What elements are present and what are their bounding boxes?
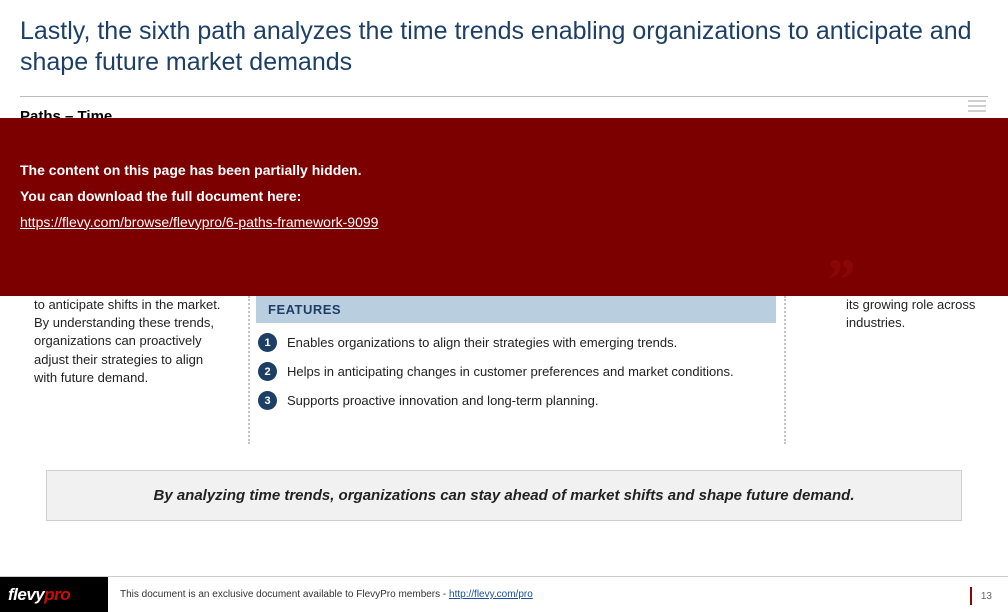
feature-text-1: Enables organizations to align their str… [287, 335, 677, 350]
features-heading: FEATURES [256, 296, 776, 323]
divider-right [784, 296, 786, 444]
feature-num-1: 1 [258, 333, 277, 352]
hidden-content-overlay: The content on this page has been partia… [0, 118, 1008, 296]
feature-row-3: 3 Supports proactive innovation and long… [256, 391, 776, 410]
feature-num-2: 2 [258, 362, 277, 381]
logo-main: flevy [8, 585, 44, 605]
left-column-text: to anticipate shifts in the market. By u… [34, 296, 224, 387]
footer-text: This document is an exclusive document a… [120, 589, 533, 600]
right-column-text: its growing role across industries. [846, 296, 986, 332]
feature-text-3: Supports proactive innovation and long-t… [287, 393, 598, 408]
title-rule [20, 96, 988, 97]
slide-title: Lastly, the sixth path analyzes the time… [20, 16, 988, 79]
page-number: 13 [981, 591, 992, 602]
feature-text-2: Helps in anticipating changes in custome… [287, 364, 734, 379]
overlay-download-link[interactable]: https://flevy.com/browse/flevypro/6-path… [20, 214, 378, 230]
logo-sub: pro [44, 585, 70, 605]
menu-icon [968, 100, 986, 112]
slide-footer: flevypro This document is an exclusive d… [0, 576, 1008, 612]
features-box: FEATURES 1 Enables organizations to alig… [256, 296, 776, 410]
slide: Lastly, the sixth path analyzes the time… [0, 0, 1008, 612]
overlay-line2: You can download the full document here: [20, 184, 988, 210]
feature-num-3: 3 [258, 391, 277, 410]
flevypro-logo: flevypro [0, 577, 108, 612]
feature-row-2: 2 Helps in anticipating changes in custo… [256, 362, 776, 381]
summary-callout: By analyzing time trends, organizations … [46, 470, 962, 521]
close-quote-icon: ” [824, 268, 854, 292]
footer-link[interactable]: http://flevy.com/pro [449, 589, 533, 600]
page-bar-icon [970, 587, 972, 605]
feature-row-1: 1 Enables organizations to align their s… [256, 333, 776, 352]
overlay-line1: The content on this page has been partia… [20, 158, 988, 184]
footer-prefix: This document is an exclusive document a… [120, 589, 449, 600]
divider-left [248, 296, 250, 444]
